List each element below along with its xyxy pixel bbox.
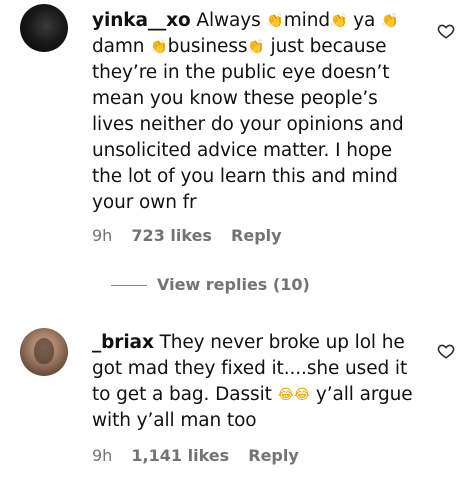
comment-meta: 9h 1,141 likes Reply	[92, 446, 313, 465]
likes-count[interactable]: 723 likes	[131, 226, 212, 245]
avatar[interactable]	[20, 4, 68, 52]
clap-emoji-icon: 👏	[330, 13, 348, 29]
likes-count[interactable]: 1,141 likes	[131, 446, 229, 465]
comment-text: yinka__xo Always 👏mind👏 ya 👏 damn 👏busin…	[92, 8, 422, 216]
clap-emoji-icon: 👏	[381, 13, 399, 29]
comment-segment: just because they’re in the public eye d…	[92, 36, 404, 213]
heart-icon[interactable]	[437, 342, 455, 360]
tears-of-joy-emoji-icon: 😂	[293, 387, 311, 403]
reply-button[interactable]: Reply	[248, 446, 299, 465]
heart-icon[interactable]	[437, 22, 455, 40]
comment-segment: ya	[347, 10, 381, 31]
comment-segment: mind	[283, 10, 330, 31]
comment-segment: Always	[196, 10, 267, 31]
view-replies-divider: View replies (10)	[111, 275, 310, 294]
reply-button[interactable]: Reply	[231, 226, 282, 245]
comment-time: 9h	[92, 446, 113, 465]
clap-emoji-icon: 👏	[266, 13, 284, 29]
tears-of-joy-emoji-icon: 😂	[277, 387, 294, 403]
comment-time: 9h	[92, 226, 113, 245]
comment-username[interactable]: _briax	[92, 332, 154, 353]
comment-segment: business	[167, 36, 248, 57]
comment-username[interactable]: yinka__xo	[92, 10, 191, 31]
comment-segment: damn	[92, 36, 151, 57]
clap-emoji-icon: 👏	[247, 39, 265, 55]
clap-emoji-icon: 👏	[150, 39, 168, 55]
comment-meta: 9h 723 likes Reply	[92, 226, 296, 245]
comment-text: _briax They never broke up lol he got ma…	[92, 330, 422, 434]
avatar[interactable]	[20, 328, 68, 376]
view-replies-label[interactable]: View replies (10)	[157, 275, 310, 294]
